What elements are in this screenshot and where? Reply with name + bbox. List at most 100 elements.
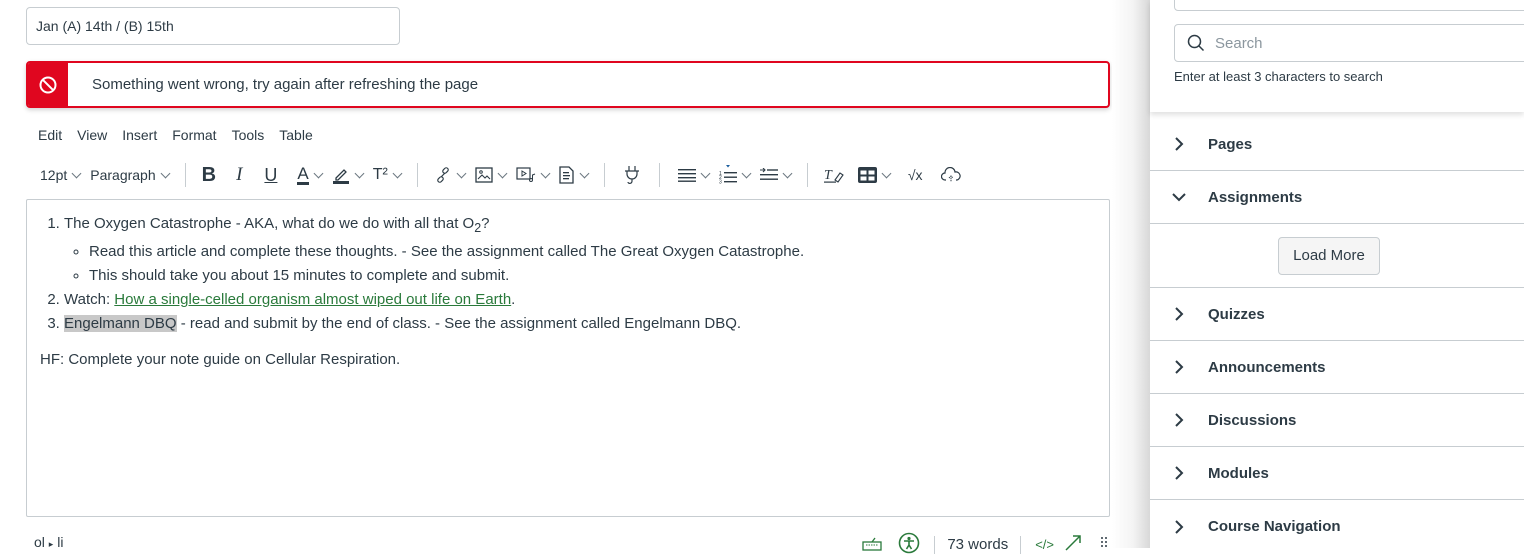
menu-format[interactable]: Format xyxy=(172,127,216,143)
menu-view[interactable]: View xyxy=(77,127,107,143)
sidebar-search-input[interactable]: Search xyxy=(1174,24,1524,62)
bullet-item: This should take you about 15 minutes to… xyxy=(89,264,1109,288)
clear-formatting-icon: T xyxy=(823,168,844,183)
toolbar-divider xyxy=(184,163,186,187)
align-button[interactable] xyxy=(677,160,715,190)
section-label: Announcements xyxy=(1208,358,1326,376)
chevron-down-icon xyxy=(160,168,171,178)
menu-insert[interactable]: Insert xyxy=(122,127,157,143)
html-editor-toggle[interactable]: </> xyxy=(1035,537,1054,552)
editor-toolbar: 12pt Paragraph B I U A T² 1 2 3 T √x xyxy=(26,158,1110,192)
accessibility-checker-button[interactable] xyxy=(898,532,920,557)
menu-table[interactable]: Table xyxy=(279,127,312,143)
superscript-button[interactable]: T² xyxy=(373,160,407,190)
alert-message: Something went wrong, try again after re… xyxy=(92,76,479,93)
align-icon xyxy=(677,169,696,182)
list-item-text: The Oxygen Catastrophe - AKA, what do we… xyxy=(64,215,475,232)
video-link[interactable]: How a single-celled organism almost wipe… xyxy=(114,291,511,308)
italic-button[interactable]: I xyxy=(236,160,242,190)
font-size-select[interactable]: 12pt xyxy=(40,160,86,190)
code-icon: </> xyxy=(1035,537,1054,552)
sidebar-search-area: Search Enter at least 3 characters to se… xyxy=(1150,0,1524,112)
cloud-upload-button[interactable] xyxy=(940,160,961,190)
clear-formatting-button[interactable]: T xyxy=(823,160,844,190)
search-icon xyxy=(1187,34,1205,52)
load-more-button[interactable]: Load More xyxy=(1278,236,1380,275)
text-color-button[interactable]: A xyxy=(297,160,327,190)
chevron-down-icon xyxy=(71,168,82,178)
status-divider xyxy=(934,535,936,554)
status-divider xyxy=(1020,535,1022,554)
highlighted-text: Engelmann DBQ xyxy=(64,315,177,332)
bullet-list: Read this article and complete these tho… xyxy=(64,240,1109,288)
highlight-button[interactable] xyxy=(332,160,369,190)
toolbar-divider xyxy=(603,163,605,187)
section-assignments[interactable]: Assignments xyxy=(1150,171,1524,224)
cloud-upload-icon xyxy=(940,167,961,182)
section-discussions[interactable]: Discussions xyxy=(1150,394,1524,447)
chevron-down-icon xyxy=(313,168,324,178)
list-item: Watch: How a single-celled organism almo… xyxy=(64,288,1109,312)
ordered-list-icon: 123 xyxy=(719,165,737,185)
list-item-end: ? xyxy=(481,215,490,232)
sidebar-select-field[interactable] xyxy=(1174,0,1524,11)
list-item: The Oxygen Catastrophe - AKA, what do we… xyxy=(64,212,1109,288)
editor-main: Jan (A) 14th / (B) 15th Something went w… xyxy=(0,0,1150,554)
section-pages[interactable]: Pages xyxy=(1150,118,1524,171)
chevron-down-icon xyxy=(782,168,793,178)
keyboard-shortcuts-button[interactable] xyxy=(862,535,882,554)
toolbar-divider xyxy=(416,163,418,187)
table-button[interactable] xyxy=(857,160,896,190)
chevron-down-icon xyxy=(741,168,752,178)
svg-text:3: 3 xyxy=(719,180,722,186)
block-format-select[interactable]: Paragraph xyxy=(90,160,174,190)
title-input[interactable]: Jan (A) 14th / (B) 15th xyxy=(26,7,400,45)
section-modules[interactable]: Modules xyxy=(1150,447,1524,500)
ordered-list-button[interactable]: 123 xyxy=(719,160,756,190)
underline-button[interactable]: U xyxy=(264,160,277,190)
menu-tools[interactable]: Tools xyxy=(232,127,265,143)
bold-icon: B xyxy=(201,163,217,186)
chevron-down-icon xyxy=(354,168,365,178)
italic-icon: I xyxy=(236,164,243,185)
editor-menubar: Edit View Insert Format Tools Table xyxy=(38,127,328,143)
chevron-down-icon xyxy=(497,168,508,178)
chevron-right-icon xyxy=(1175,307,1184,321)
plugin-icon xyxy=(624,166,639,184)
section-quizzes[interactable]: Quizzes xyxy=(1150,288,1524,341)
resize-handle[interactable] xyxy=(1100,536,1108,553)
equation-icon: √x xyxy=(907,167,923,183)
chevron-down-icon xyxy=(540,168,551,178)
indent-button[interactable] xyxy=(759,160,797,190)
plugin-button[interactable] xyxy=(623,160,641,190)
chevron-down-icon xyxy=(700,168,711,178)
section-announcements[interactable]: Announcements xyxy=(1150,341,1524,394)
block-format-value: Paragraph xyxy=(90,167,156,183)
chevron-down-icon xyxy=(456,168,467,178)
editor-statusbar: ol ▸ li 73 words </> xyxy=(26,530,1110,554)
highlight-icon xyxy=(332,169,349,184)
superscript-icon: T² xyxy=(372,166,388,183)
link-icon xyxy=(437,167,449,183)
sidebar-accordion: Pages Assignments Load More Quizzes Anno… xyxy=(1150,118,1524,553)
fullscreen-button[interactable] xyxy=(1064,534,1082,555)
bold-button[interactable]: B xyxy=(202,160,216,190)
chevron-down-icon xyxy=(881,168,892,178)
document-button[interactable] xyxy=(559,160,594,190)
bullet-item: Read this article and complete these tho… xyxy=(89,240,1109,264)
watch-prefix: Watch: xyxy=(64,291,115,308)
image-button[interactable] xyxy=(475,160,512,190)
homework-paragraph: HF: Complete your note guide on Cellular… xyxy=(40,351,401,368)
section-label: Pages xyxy=(1208,135,1253,153)
menu-edit[interactable]: Edit xyxy=(38,127,62,143)
equation-button[interactable]: √x xyxy=(908,160,923,190)
word-count[interactable]: 73 words xyxy=(947,536,1008,553)
rich-text-editor[interactable]: The Oxygen Catastrophe - AKA, what do we… xyxy=(26,199,1110,517)
section-course-navigation[interactable]: Course Navigation xyxy=(1150,500,1524,553)
keyboard-icon xyxy=(862,537,882,551)
media-button[interactable] xyxy=(516,160,555,190)
expand-icon xyxy=(1065,535,1081,551)
chevron-right-icon xyxy=(1175,137,1184,151)
link-button[interactable] xyxy=(434,160,471,190)
document-icon xyxy=(559,166,574,184)
